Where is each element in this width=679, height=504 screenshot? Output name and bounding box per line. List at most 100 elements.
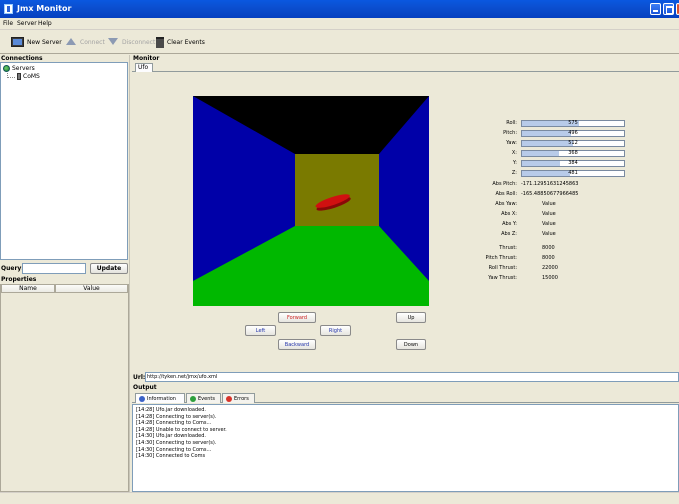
url-label: Url:: [133, 374, 146, 381]
log-line: [14:28] Ufo.jar downloaded.: [136, 407, 206, 413]
java-icon: [4, 4, 13, 14]
ufo-3d-view: [193, 96, 429, 306]
thrust-label: Pitch Thrust:: [485, 255, 517, 261]
properties-header: Properties: [0, 276, 129, 284]
slider-bar[interactable]: 575: [521, 120, 625, 127]
slider-label: Yaw:: [506, 140, 517, 146]
clear-events-button[interactable]: Clear Events: [156, 35, 205, 49]
abs-label: Abs X:: [501, 211, 517, 217]
title-bar: Jmx Monitor: [0, 0, 679, 18]
update-button[interactable]: Update: [90, 263, 128, 274]
slider-label: X:: [511, 150, 517, 156]
url-row: Url: http://tyken.net/jmx/ufo.xml: [132, 372, 679, 382]
down-button[interactable]: Down: [396, 339, 426, 350]
column-name[interactable]: Name: [1, 285, 55, 293]
abs-value: Value: [542, 201, 556, 207]
slider-bar[interactable]: 512: [521, 140, 625, 147]
up-button[interactable]: Up: [396, 312, 426, 323]
monitor-icon: [11, 37, 24, 47]
thrust-value: 8000: [542, 245, 555, 251]
disconnect-button[interactable]: Disconnect: [108, 35, 155, 49]
properties-table[interactable]: Name Value: [0, 284, 129, 492]
tab-errors-label: Errors: [234, 395, 249, 402]
abs-value: Value: [542, 221, 556, 227]
tree-node-servers[interactable]: Servers: [3, 65, 35, 72]
menu-help[interactable]: Help: [38, 20, 52, 27]
slider-label: Y:: [512, 160, 517, 166]
slider-label: Roll:: [506, 120, 517, 126]
tree-node-coms-label: CoMS: [23, 73, 40, 80]
connect-button[interactable]: Connect: [66, 35, 105, 49]
connections-tree[interactable]: Servers CoMS: [0, 62, 128, 260]
menu-server[interactable]: Server: [17, 20, 37, 27]
disconnect-icon: [108, 38, 119, 46]
forward-button[interactable]: Forward: [278, 312, 316, 323]
log-line: [14:30] Connecting to server(s).: [136, 439, 217, 446]
minimize-button[interactable]: [650, 3, 661, 15]
slider-bar[interactable]: 384: [521, 160, 625, 167]
slider-label: Pitch:: [503, 130, 517, 136]
tree-connector: [7, 73, 15, 78]
tab-ufo[interactable]: Ufo: [135, 63, 153, 72]
log-line: [14:30] Ufo.jar downloaded.: [136, 433, 206, 440]
back-wall: [295, 154, 379, 226]
thrust-label: Roll Thrust:: [488, 265, 517, 271]
tab-events-label: Events: [198, 395, 215, 402]
slider-value: 496: [568, 130, 578, 136]
thrust-label: Yaw Thrust:: [488, 275, 517, 281]
events-icon: [190, 395, 196, 402]
slider-bar[interactable]: 481: [521, 170, 625, 177]
tree-node-servers-label: Servers: [12, 65, 35, 72]
abs-label: Abs Pitch:: [492, 181, 517, 187]
monitor-tabs: Ufo: [132, 62, 679, 72]
status-bar: [0, 492, 679, 504]
maximize-button[interactable]: [663, 3, 674, 15]
column-value[interactable]: Value: [55, 285, 128, 293]
slider-label: Z:: [511, 170, 517, 176]
tab-information[interactable]: Information: [135, 393, 185, 403]
connect-label: Connect: [80, 38, 105, 46]
thrust-value: 15000: [542, 275, 558, 281]
query-input[interactable]: [22, 263, 86, 274]
url-input[interactable]: http://tyken.net/jmx/ufo.xml: [145, 372, 679, 382]
right-button[interactable]: Right: [320, 325, 351, 336]
new-server-button[interactable]: New Server: [11, 35, 62, 49]
tree-node-coms[interactable]: CoMS: [17, 73, 40, 80]
abs-value: Value: [542, 231, 556, 237]
tab-events[interactable]: Events: [186, 393, 221, 403]
backward-button[interactable]: Backward: [278, 339, 316, 350]
log-line: [14:28] Connecting to server(s).: [136, 413, 217, 420]
slider-bar[interactable]: 496: [521, 130, 625, 137]
slider-value: 384: [568, 160, 578, 166]
log-line: [14:30] Connected to Coms: [136, 453, 206, 460]
properties-table-header: Name Value: [1, 285, 128, 293]
thrust-value: 22000: [542, 265, 558, 271]
clear-events-label: Clear Events: [167, 38, 205, 46]
abs-label: Abs Roll:: [495, 191, 517, 197]
disconnect-label: Disconnect: [122, 38, 156, 46]
tab-information-label: Information: [147, 395, 176, 402]
menu-file[interactable]: File: [3, 20, 13, 27]
output-tabs: Information Events Errors: [132, 392, 679, 403]
left-button[interactable]: Left: [245, 325, 276, 336]
connect-icon: [66, 38, 77, 46]
output-log[interactable]: [14:28] Ufo.jar downloaded. [14:28] Conne…: [132, 404, 679, 492]
abs-label: Abs Z:: [501, 231, 517, 237]
thrust-label: Thrust:: [499, 245, 517, 251]
info-icon: [139, 395, 145, 402]
log-line: [14:28] Unable to connect to server.: [136, 426, 227, 433]
monitor-panel: Roll: 575 Pitch: 496 Yaw: 512 X: 368 Y: 384 Z: 481 …: [132, 72, 679, 372]
server-icon: [17, 73, 21, 80]
slider-value: 512: [568, 140, 578, 146]
globe-icon: [3, 65, 10, 72]
abs-label: Abs Y:: [502, 221, 517, 227]
query-label: Query:: [1, 265, 24, 272]
slider-bar[interactable]: 368: [521, 150, 625, 157]
tab-errors[interactable]: Errors: [222, 393, 255, 403]
toolbar: New Server Connect Disconnect Clear Even…: [0, 30, 679, 54]
output-header: Output: [132, 384, 679, 392]
log-line: [14:30] Connecting to Coms...: [136, 446, 212, 453]
thrust-value: 8000: [542, 255, 555, 261]
error-icon: [226, 395, 232, 402]
slider-value: 368: [568, 150, 578, 156]
